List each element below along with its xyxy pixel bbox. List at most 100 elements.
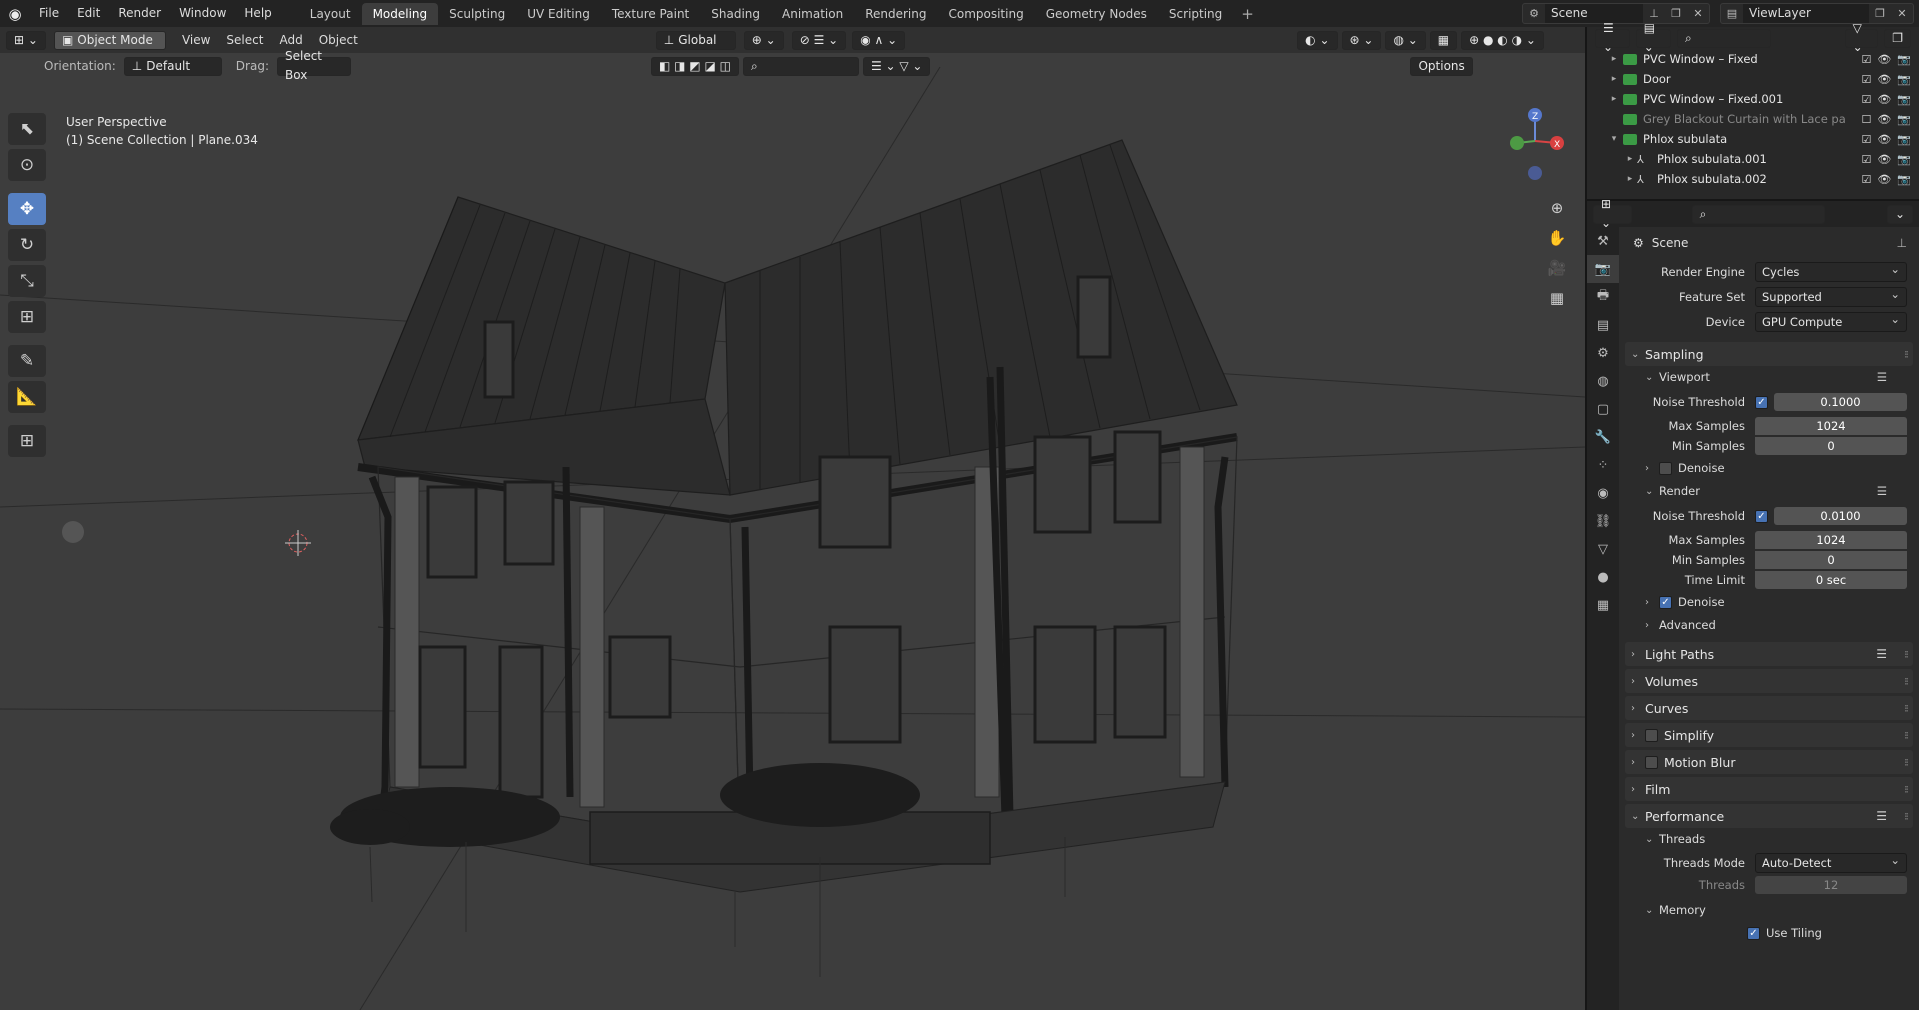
memory-subpanel[interactable]: ⌄ Memory xyxy=(1625,899,1913,921)
menu-file[interactable]: File xyxy=(30,0,68,27)
expand-arrow-icon[interactable]: ▸ xyxy=(1607,54,1621,64)
vp-denoise-subpanel[interactable]: › Denoise xyxy=(1625,456,1913,480)
filter-dropdown[interactable]: ☰ ⌄ ▽ ⌄ xyxy=(862,56,931,76)
expand-arrow-icon[interactable]: ▾ xyxy=(1607,134,1621,144)
exclude-checkbox-icon[interactable]: ☑ xyxy=(1861,153,1871,166)
outliner-editor-type-button[interactable]: ☰ ⌄ xyxy=(1595,21,1630,54)
view-layer-tab-icon[interactable]: ▤ xyxy=(1587,311,1619,339)
menu-window[interactable]: Window xyxy=(170,0,235,27)
measure-tool-icon[interactable]: 📐 xyxy=(8,381,46,413)
menu-help[interactable]: Help xyxy=(235,0,280,27)
outliner-row[interactable]: ▸ PVC Window – Fixed ☑ 👁 📷 xyxy=(1587,49,1919,69)
tab-modeling[interactable]: Modeling xyxy=(361,2,439,25)
camera-render-icon[interactable]: 📷 xyxy=(1897,113,1911,126)
properties-editor-type-button[interactable]: ⊞ ⌄ xyxy=(1593,197,1632,230)
view-layer-icon[interactable]: ▤ xyxy=(1721,7,1743,20)
eye-icon[interactable]: 👁 xyxy=(1877,93,1891,106)
eye-icon[interactable]: 👁 xyxy=(1877,133,1891,146)
zoom-icon[interactable]: ⊕ xyxy=(1543,193,1571,223)
object-tab-icon[interactable]: ▢ xyxy=(1587,395,1619,423)
orientation-dropdown[interactable]: ⊥ Default xyxy=(123,56,222,76)
eye-icon[interactable]: 👁 xyxy=(1877,53,1891,66)
advanced-subpanel[interactable]: › Advanced xyxy=(1625,614,1913,636)
vp-max-samples-field[interactable]: 1024 xyxy=(1755,417,1907,435)
exclude-checkbox-icon[interactable]: ☐ xyxy=(1861,113,1871,126)
camera-render-icon[interactable]: 📷 xyxy=(1897,73,1911,86)
outliner-row[interactable]: ▾ Phlox subulata ☑ 👁 📷 xyxy=(1587,129,1919,149)
object-mode-dropdown[interactable]: ▣ Object Mode xyxy=(53,30,166,50)
cursor-tool-icon[interactable]: ⊙ xyxy=(8,149,46,181)
expand-arrow-icon[interactable]: ▸ xyxy=(1607,94,1621,104)
outliner-row[interactable]: Grey Blackout Curtain with Lace pa ☐ 👁 📷 xyxy=(1587,109,1919,129)
camera-render-icon[interactable]: 📷 xyxy=(1897,93,1911,106)
tab-sculpting[interactable]: Sculpting xyxy=(438,3,516,25)
transform-tool-icon[interactable]: ⊞ xyxy=(8,301,46,333)
menu-select[interactable]: Select xyxy=(218,33,271,47)
exclude-checkbox-icon[interactable]: ☑ xyxy=(1861,133,1871,146)
3d-viewport[interactable]: ⊞ ⌄ ▣ Object Mode View Select Add Object … xyxy=(0,27,1585,1010)
tab-scripting[interactable]: Scripting xyxy=(1158,3,1233,25)
viewport-subpanel[interactable]: ⌄ Viewport ☰ xyxy=(1625,366,1913,388)
camera-render-icon[interactable]: 📷 xyxy=(1897,53,1911,66)
navigation-gizmo[interactable]: Z X xyxy=(1505,107,1571,187)
add-workspace-button[interactable]: + xyxy=(1233,5,1262,23)
menu-object[interactable]: Object xyxy=(311,33,366,47)
presets-list-icon[interactable]: ☰ xyxy=(1876,647,1887,661)
exclude-checkbox-icon[interactable]: ☑ xyxy=(1861,53,1871,66)
exclude-checkbox-icon[interactable]: ☑ xyxy=(1861,173,1871,186)
camera-view-icon[interactable]: 🎥 xyxy=(1543,253,1571,283)
output-tab-icon[interactable]: 🖶 xyxy=(1587,283,1619,311)
copy-scene-icon[interactable]: ❐ xyxy=(1665,7,1687,20)
constraints-tab-icon[interactable]: ⛓ xyxy=(1587,507,1619,535)
drag-handle-icon[interactable]: ⁝⁝ xyxy=(1904,348,1909,361)
physics-tab-icon[interactable]: ◉ xyxy=(1587,479,1619,507)
drag-dropdown[interactable]: Select Box xyxy=(276,49,351,82)
add-cube-tool-icon[interactable]: ⊞ xyxy=(8,425,46,457)
camera-render-icon[interactable]: 📷 xyxy=(1897,133,1911,146)
gizmo-button[interactable]: ⊛ ⌄ xyxy=(1341,30,1382,50)
eye-icon[interactable]: 👁 xyxy=(1877,153,1891,166)
viewport-search-field[interactable]: ⌕ xyxy=(742,56,859,76)
tab-uv-editing[interactable]: UV Editing xyxy=(516,3,601,25)
outliner-row[interactable]: ▸ ⅄ Phlox subulata.002 ☑ 👁 📷 xyxy=(1587,169,1919,189)
r-noise-threshold-checkbox[interactable]: ✓ xyxy=(1755,509,1768,523)
r-max-samples-field[interactable]: 1024 xyxy=(1755,531,1907,549)
tab-geometry-nodes[interactable]: Geometry Nodes xyxy=(1035,3,1158,25)
drag-handle-icon[interactable]: ⁝⁝ xyxy=(1904,756,1909,769)
threads-subpanel[interactable]: ⌄ Threads xyxy=(1625,828,1913,850)
material-tab-icon[interactable]: ● xyxy=(1587,563,1619,591)
new-collection-button[interactable]: ❐ xyxy=(1884,28,1911,48)
menu-render[interactable]: Render xyxy=(109,0,170,27)
drag-handle-icon[interactable]: ⁝⁝ xyxy=(1904,810,1909,823)
outliner-row[interactable]: ▸ ⅄ Phlox subulata.001 ☑ 👁 📷 xyxy=(1587,149,1919,169)
scene-name-field[interactable]: Scene xyxy=(1545,4,1643,23)
simplify-checkbox[interactable] xyxy=(1645,728,1658,742)
pivot-point-button[interactable]: ⊕ ⌄ xyxy=(743,30,784,50)
exclude-checkbox-icon[interactable]: ☑ xyxy=(1861,93,1871,106)
scene-tab-icon[interactable]: ⚙ xyxy=(1587,339,1619,367)
blender-logo-icon[interactable]: ◉ xyxy=(0,0,30,27)
annotate-tool-icon[interactable]: ✎ xyxy=(8,345,46,377)
copy-view-layer-icon[interactable]: ❐ xyxy=(1869,7,1891,20)
visibility-button[interactable]: ◐ ⌄ xyxy=(1297,30,1338,50)
r-denoise-subpanel[interactable]: › ✓ Denoise xyxy=(1625,590,1913,614)
camera-render-icon[interactable]: 📷 xyxy=(1897,153,1911,166)
delete-scene-icon[interactable]: ✕ xyxy=(1687,7,1709,20)
scene-icon[interactable]: ⚙ xyxy=(1523,7,1545,20)
device-dropdown[interactable]: GPU Compute xyxy=(1755,310,1907,332)
properties-options-button[interactable]: ⌄ xyxy=(1886,204,1913,224)
editor-type-button[interactable]: ⊞ ⌄ xyxy=(6,30,46,50)
xray-button[interactable]: ▦ xyxy=(1429,30,1458,50)
modifier-tab-icon[interactable]: 🔧 xyxy=(1587,423,1619,451)
properties-search-field[interactable]: ⌕ xyxy=(1691,204,1825,224)
tab-rendering[interactable]: Rendering xyxy=(854,3,937,25)
texture-tab-icon[interactable]: ▦ xyxy=(1587,591,1619,619)
vp-denoise-checkbox[interactable] xyxy=(1659,461,1672,475)
r-time-limit-field[interactable]: 0 sec xyxy=(1755,571,1907,589)
eye-icon[interactable]: 👁 xyxy=(1877,113,1891,126)
vp-noise-threshold-field[interactable]: 0.1000 xyxy=(1774,393,1907,411)
world-tab-icon[interactable]: ◍ xyxy=(1587,367,1619,395)
light-icon[interactable] xyxy=(62,521,84,543)
drag-handle-icon[interactable]: ⁝⁝ xyxy=(1904,702,1909,715)
tab-shading[interactable]: Shading xyxy=(700,3,771,25)
